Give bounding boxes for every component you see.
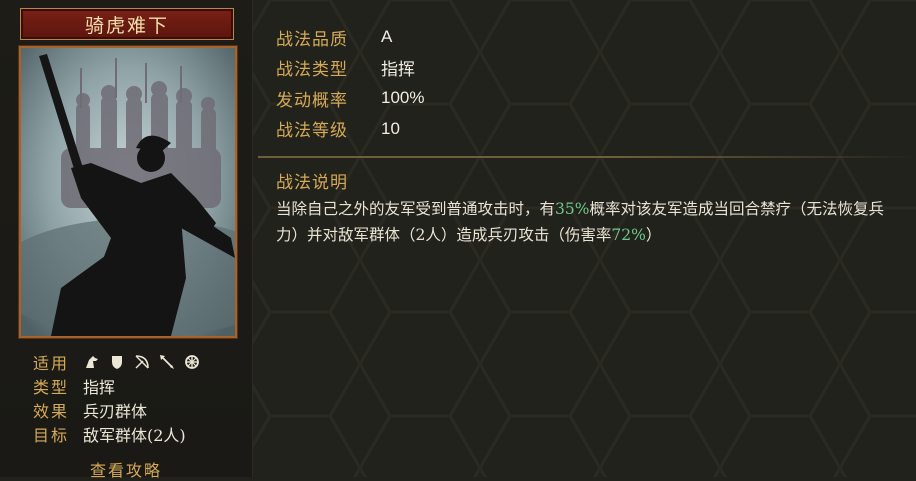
description-text: 当除自己之外的友军受到普通攻击时，有 [276,200,556,218]
target-label: 目标 [33,426,70,445]
stat-value: 100% [381,88,425,108]
stat-value: A [381,27,393,47]
section-divider [258,156,916,158]
effect-row: 效果 兵刃群体 [33,398,248,422]
stat-label: 战法类型 [276,60,348,81]
highlight-value: 35% [555,200,590,218]
target-row: 目标 敌军群体(2人) [33,422,248,446]
stat-row-trigger-rate: 发动概率 100% [276,83,424,114]
highlight-value: 72% [611,226,646,244]
skill-card-panel: 骑虎难下 适用 类型 指挥 效果 兵刃群体 目标 敌军群体(2人) 查看攻略 [0,0,253,480]
stat-label: 战法等级 [276,121,348,142]
applicable-row: 适用 [33,350,248,374]
skill-properties: 适用 类型 指挥 效果 兵刃群体 目标 敌军群体(2人) [33,350,248,446]
cavalry-icon [83,353,101,371]
description-title: 战法说明 [276,173,348,193]
applicable-label: 适用 [33,354,70,373]
stat-value: 10 [381,118,400,138]
bow-icon [133,353,151,371]
stat-label: 战法品质 [276,29,348,50]
view-guide-link[interactable]: 查看攻略 [90,457,162,481]
stat-row-level: 战法等级 10 [276,114,424,145]
skill-stats: 战法品质 A 战法类型 指挥 发动概率 100% 战法等级 10 [276,22,424,144]
description-text: ） [645,226,662,244]
effect-value: 兵刃群体 [83,402,148,421]
skill-description: 当除自己之外的友军受到普通攻击时，有35%概率对该友军造成当回合禁疗（无法恢复兵… [276,196,906,248]
chariot-icon [183,353,201,371]
type-row: 类型 指挥 [33,374,248,398]
skill-name-plate: 骑虎难下 [20,8,234,40]
stat-value: 指挥 [381,60,415,80]
spear-icon [158,353,176,371]
stat-row-quality: 战法品质 A [276,22,424,53]
skill-artwork [19,46,237,338]
target-value: 敌军群体(2人) [83,426,186,445]
stat-label: 发动概率 [276,90,348,111]
applicable-icons [83,353,201,371]
stat-row-type: 战法类型 指挥 [276,53,424,84]
skill-name: 骑虎难下 [84,14,169,37]
effect-label: 效果 [33,402,70,421]
type-value: 指挥 [83,378,116,397]
shield-icon [108,353,126,371]
type-label: 类型 [33,378,70,397]
